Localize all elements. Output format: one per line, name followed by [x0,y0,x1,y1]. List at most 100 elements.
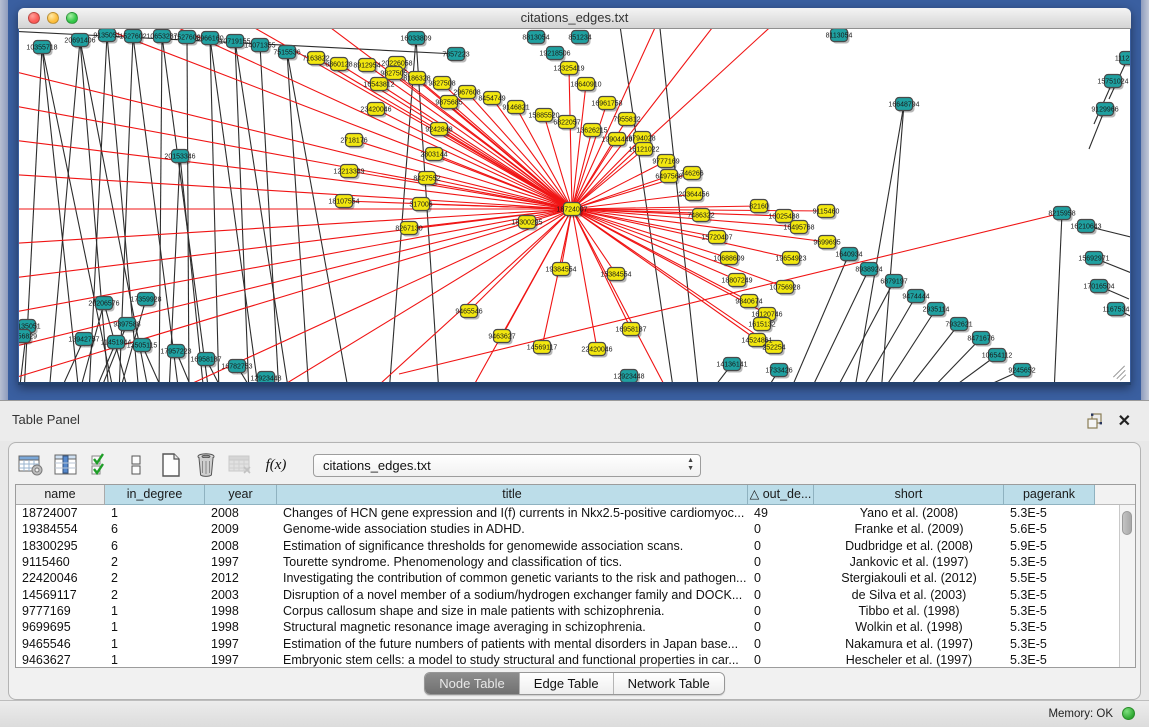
network-view-canvas[interactable]: 1035571820691406913505115276021065328715… [19,29,1130,382]
node-label: 16782753 [221,364,252,371]
table-row[interactable]: 1938455462009Genome-wide association stu… [16,521,1135,537]
function-builder-icon[interactable]: f(x) [262,451,290,479]
node-label: 9242848 [425,127,452,134]
table-cell: 1 [105,604,205,618]
node-label: 7955812 [613,117,640,124]
citation-edge-red[interactable] [569,68,572,209]
tab-edge-table[interactable]: Edge Table [519,673,613,694]
resize-grip-icon[interactable] [1113,367,1127,379]
citation-edge-red[interactable] [169,209,572,382]
network-window-titlebar[interactable]: citations_edges.txt [18,8,1131,29]
citation-edge-black[interactable] [789,254,849,382]
node-label: 8471676 [967,336,994,343]
table-scrollbar[interactable] [1119,505,1135,667]
node-label: 17359928 [130,297,161,304]
table-cell: 2003 [205,588,277,602]
column-header-title[interactable]: title [277,485,748,505]
table-toolbar: f(x) citations_edges.txt ▲▼ [17,448,701,482]
citation-edge-black[interactable] [235,41,289,382]
citation-edge-red[interactable] [572,194,694,209]
node-table: namein_degreeyeartitle△ out_de...shortpa… [15,484,1136,668]
table-cell: 0 [748,539,814,553]
citation-edge-black[interactable] [854,104,904,382]
citation-edge-black[interactable] [235,41,249,382]
citation-edge-black[interactable] [42,47,114,382]
citation-edge-black[interactable] [80,40,149,382]
table-cell: 9115460 [16,555,105,569]
table-cell: 18300295 [16,539,105,553]
table-row[interactable]: 1456911722003Disruption of a novel membe… [16,586,1135,602]
table-row[interactable]: 1830029562008Estimation of significance … [16,538,1135,554]
table-row[interactable]: 2242004622012Investigating the contribut… [16,570,1135,586]
citation-edge-red[interactable] [572,149,644,209]
node-label: 8113054 [826,33,853,40]
citation-edge-red[interactable] [19,209,572,381]
citation-edge-red[interactable] [19,209,572,279]
select-all-icon[interactable] [87,451,115,479]
column-header-name[interactable]: name [16,485,105,505]
citation-edge-red[interactable] [572,130,592,209]
citation-edge-red[interactable] [572,209,597,349]
memory-status-icon[interactable] [1122,707,1135,720]
unselect-all-icon[interactable] [122,451,150,479]
node-label: 746266 [680,171,703,178]
memory-status-label: Memory: OK [1048,708,1113,720]
node-label: 18107554 [328,199,359,206]
citation-edge-red[interactable] [269,209,572,382]
citation-edge-black[interactable] [287,52,349,382]
citation-edge-black[interactable] [904,324,959,382]
column-header-year[interactable]: year [205,485,277,505]
citation-edge-black[interactable] [287,52,309,382]
column-header-short[interactable]: short [814,485,1004,505]
tab-network-table[interactable]: Network Table [613,673,724,694]
table-row[interactable]: 1872400712008Changes of HCN gene express… [16,505,1135,521]
citation-edge-red[interactable] [19,209,572,349]
node-label: 11156829 [19,334,37,341]
citation-network-graph[interactable]: 1035571820691406913505115276021065328715… [19,29,1130,382]
table-cell: 2 [105,555,205,569]
node-label: 10688609 [713,256,744,263]
citation-edge-red[interactable] [19,209,572,244]
table-row[interactable]: 946362711997Embryonic stem cells: a mode… [16,652,1135,668]
citation-edge-red[interactable] [572,206,759,209]
citation-edge-red[interactable] [19,139,572,209]
citation-edge-black[interactable] [49,40,80,382]
citation-edge-red[interactable] [19,104,572,209]
column-header-pagerank[interactable]: pagerank [1004,485,1095,505]
table-row[interactable]: 977716911998Corpus callosum shape and si… [16,603,1135,619]
table-cell: 5.3E-5 [1004,653,1095,667]
node-label: 9777169 [652,159,679,166]
table-row[interactable]: 969969511998Structural magnetic resonanc… [16,619,1135,635]
network-table-select[interactable]: citations_edges.txt ▲▼ [313,454,701,477]
float-panel-icon[interactable] [1087,413,1103,429]
node-label: 7857223 [442,52,469,59]
close-panel-icon[interactable]: ✕ [1118,411,1131,431]
citation-edge-black[interactable] [1054,213,1062,382]
citation-edge-red[interactable] [572,29,719,209]
table-header-row: namein_degreeyeartitle△ out_de...shortpa… [16,485,1135,505]
column-header-out_de[interactable]: △ out_de... [748,485,814,505]
node-label: 15384554 [600,272,631,279]
table-cell: 19384554 [16,522,105,536]
citation-edge-black[interactable] [881,104,904,382]
citation-edge-black[interactable] [927,338,981,382]
citation-edge-red[interactable] [572,176,669,209]
show-columns-icon[interactable] [52,451,80,479]
new-table-icon[interactable] [157,451,185,479]
table-scrollbar-thumb[interactable] [1122,511,1132,535]
tab-node-table[interactable]: Node Table [425,673,519,694]
function-icon-label: f(x) [266,457,287,474]
delete-entry-icon[interactable] [192,451,220,479]
citation-edge-red[interactable] [542,209,572,347]
citation-edge-black[interactable] [881,309,936,382]
citation-edge-black[interactable] [834,281,894,382]
column-header-in_degree[interactable]: in_degree [105,485,205,505]
table-cell: 22420046 [16,571,105,585]
citation-edge-red[interactable] [369,209,572,382]
table-row[interactable]: 911546021997Tourette syndrome. Phenomeno… [16,554,1135,570]
node-label: 8454749 [478,96,505,103]
table-options-icon[interactable] [17,451,45,479]
node-label: 14136141 [716,362,747,369]
node-label: 7515536 [273,50,300,57]
table-row[interactable]: 946554611997Estimation of the future num… [16,635,1135,651]
